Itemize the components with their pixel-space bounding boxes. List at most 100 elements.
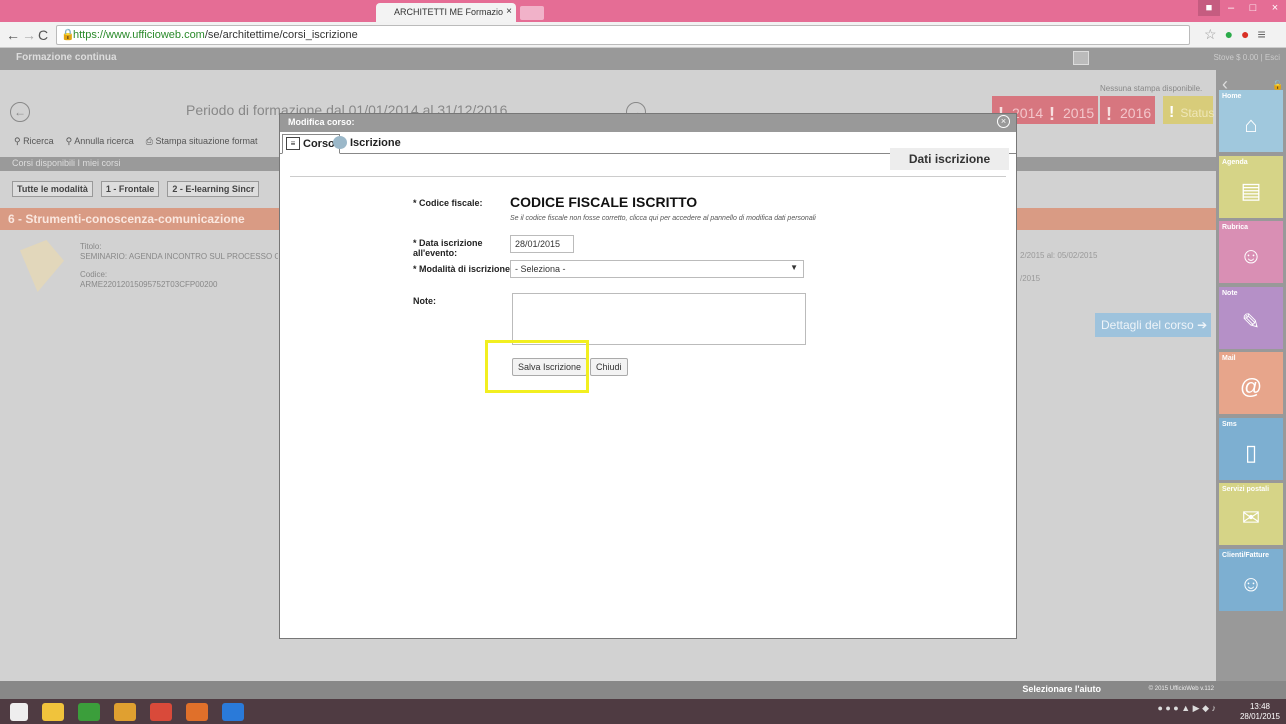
tray-icons[interactable]: ● ● ● ▲ ▶ ◆ ♪	[1157, 703, 1216, 714]
tile-label: Sms	[1222, 420, 1237, 428]
new-tab-button[interactable]	[520, 6, 544, 20]
tile-label: Rubrica	[1222, 224, 1249, 231]
clients-icon: ☺	[1239, 570, 1263, 596]
menu-icon[interactable]: ≡	[1258, 26, 1266, 43]
back-arrow-icon[interactable]: ←	[6, 27, 20, 43]
phone-icon: ▯	[1244, 439, 1258, 465]
sidebar-tile-agenda[interactable]: Agenda ▤	[1219, 155, 1283, 218]
tab-iscrizione[interactable]: Iscrizione	[330, 134, 405, 154]
extension-red-icon[interactable]: ●	[1241, 26, 1249, 43]
course-dates: 2/2015 al: 05/02/2015 /2015	[1020, 251, 1098, 283]
modality-filters: Tutte le modalità 1 - Frontale 2 - E-lea…	[12, 181, 260, 197]
year-2016-button[interactable]: ! 2016	[1100, 96, 1156, 124]
user-avatar-icon[interactable]	[1073, 51, 1089, 65]
dialog-title: Modifica corso:	[288, 117, 355, 127]
tile-label: Servizi postali	[1222, 486, 1270, 493]
url-input[interactable]: 🔒 https://www.ufficioweb.com/se/architet…	[56, 25, 1190, 45]
close-icon[interactable]: ×	[997, 115, 1010, 128]
print-status-button[interactable]: ⎙ Stampa situazione format	[146, 136, 258, 147]
forward-arrow-icon[interactable]: →	[22, 27, 36, 43]
cancel-search-button[interactable]: ⚲ Annulla ricerca	[66, 136, 134, 147]
minimize-icon[interactable]: –	[1220, 0, 1242, 16]
close-tab-icon[interactable]: ×	[506, 6, 512, 17]
section-header: Dati iscrizione	[890, 148, 1009, 170]
category-title: 6 - Strumenti-conoscenza-comunicazione	[8, 212, 245, 226]
arrow-right-icon: ➔	[1197, 318, 1208, 332]
cf-label: * Codice fiscale:	[413, 198, 483, 208]
envelope-icon: ✉	[1241, 505, 1261, 530]
extension-green-icon[interactable]: ●	[1225, 26, 1233, 43]
sidebar-tile-mail[interactable]: Mail @	[1219, 352, 1283, 414]
reload-icon[interactable]: C	[38, 27, 48, 43]
close-button[interactable]: Chiudi	[590, 358, 628, 376]
lock-icon: 🔒	[61, 29, 75, 41]
tab-title: ARCHITETTI ME Formazio	[394, 7, 504, 17]
note-label: Note:	[413, 296, 436, 306]
course-title: SEMINARIO: AGENDA INCONTRO SUL PROCESSO …	[80, 252, 278, 261]
file-explorer-icon[interactable]	[42, 703, 64, 721]
tile-label: Note	[1222, 289, 1238, 297]
sidebar-tile-servizi-postali[interactable]: Servizi postali ✉	[1219, 483, 1283, 545]
note-textarea[interactable]	[512, 293, 806, 345]
sidebar-tile-home[interactable]: Home ⌂	[1219, 90, 1283, 152]
tile-label: Mail	[1222, 355, 1236, 362]
ie-icon[interactable]	[222, 703, 244, 721]
browser-tab[interactable]: ARCHITETTI ME Formazio ×	[376, 3, 516, 22]
tile-label: Clienti/Fatture	[1222, 551, 1270, 559]
sidebar-tile-sms[interactable]: Sms ▯	[1219, 417, 1283, 480]
year-2015-button[interactable]: ! 2015	[1043, 96, 1099, 124]
highlight-box	[485, 340, 589, 393]
app-icon[interactable]	[114, 703, 136, 721]
browser-titlebar	[0, 0, 1286, 22]
app-title: Formazione continua	[16, 52, 117, 63]
store-icon[interactable]	[78, 703, 100, 721]
clock: 13:48 28/01/2015	[1239, 702, 1280, 721]
star-icon[interactable]: ☆	[1204, 26, 1217, 43]
section-divider	[290, 176, 1006, 177]
status-button[interactable]: ! Status	[1163, 96, 1214, 124]
sidebar-tile-clienti-fatture[interactable]: Clienti/Fatture ☺	[1219, 548, 1283, 611]
windows-start-icon[interactable]	[10, 703, 28, 721]
filter-all[interactable]: Tutte le modalità	[12, 181, 93, 197]
tile-label: Home	[1222, 93, 1242, 100]
app-footer: Selezionare l'aiuto © 2015 UfficioWeb v.…	[0, 681, 1286, 699]
maximize-icon[interactable]: □	[1242, 0, 1264, 16]
modality-label: * Modalità di iscrizione:	[413, 264, 514, 274]
address-bar-row: ← → C 🔒 https://www.ufficioweb.com/se/ar…	[0, 22, 1286, 48]
sidebar-tile-rubrica[interactable]: Rubrica ☺	[1219, 221, 1283, 283]
no-print-text: Nessuna stampa disponibile.	[1100, 84, 1203, 93]
filter-elearning[interactable]: 2 - E-learning Sincr	[167, 181, 260, 197]
date-label: * Data iscrizione all'evento:	[413, 238, 483, 258]
note-icon: ✎	[1241, 308, 1261, 334]
home-icon: ⌂	[1244, 112, 1258, 137]
sidebar-tile-note[interactable]: Note ✎	[1219, 286, 1283, 349]
close-window-icon[interactable]: ×	[1264, 0, 1286, 16]
edit-course-dialog: Modifica corso: × ≡ Corso Iscrizione Dat…	[279, 113, 1017, 639]
user-icon[interactable]: ■	[1198, 0, 1220, 16]
cf-value: CODICE FISCALE ISCRITTO	[510, 194, 698, 210]
dialog-header: Modifica corso: ×	[280, 114, 1016, 132]
cf-edit-link[interactable]: Se il codice fiscale non fosse corretto,…	[510, 215, 816, 222]
taskbar-apps	[10, 703, 244, 721]
contacts-icon: ☺	[1239, 243, 1263, 268]
url-path: /se/architettime/corsi_iscrizione	[204, 29, 358, 41]
prev-period-icon[interactable]: ←	[10, 102, 30, 122]
agenda-icon: ▤	[1240, 177, 1262, 203]
window-controls: ■ – □ ×	[1198, 0, 1286, 22]
list-icon: ≡	[286, 137, 300, 150]
course-details-button[interactable]: Dettagli del corso ➔	[1095, 313, 1211, 337]
filter-frontale[interactable]: 1 - Frontale	[100, 181, 160, 197]
course-code: ARME22012015095752T03CFP00200	[80, 280, 218, 289]
search-toolbar: ⚲ Ricerca ⚲ Annulla ricerca ⎙ Stampa sit…	[14, 136, 258, 147]
date-input[interactable]: 28/01/2015	[510, 235, 574, 253]
mail-icon: @	[1239, 374, 1263, 399]
modality-select[interactable]: - Seleziona - ▼	[510, 260, 804, 278]
tile-label: Agenda	[1222, 158, 1248, 166]
firefox-icon[interactable]	[186, 703, 208, 721]
system-tray: ● ● ● ▲ ▶ ◆ ♪	[1157, 703, 1216, 714]
chrome-icon[interactable]	[150, 703, 172, 721]
account-links[interactable]: Stove $ 0.00 | Esci	[1213, 53, 1280, 62]
search-button[interactable]: ⚲ Ricerca	[14, 136, 54, 147]
help-link[interactable]: Selezionare l'aiuto	[1022, 684, 1101, 694]
copyright: © 2015 UfficioWeb v.112	[1148, 686, 1214, 692]
